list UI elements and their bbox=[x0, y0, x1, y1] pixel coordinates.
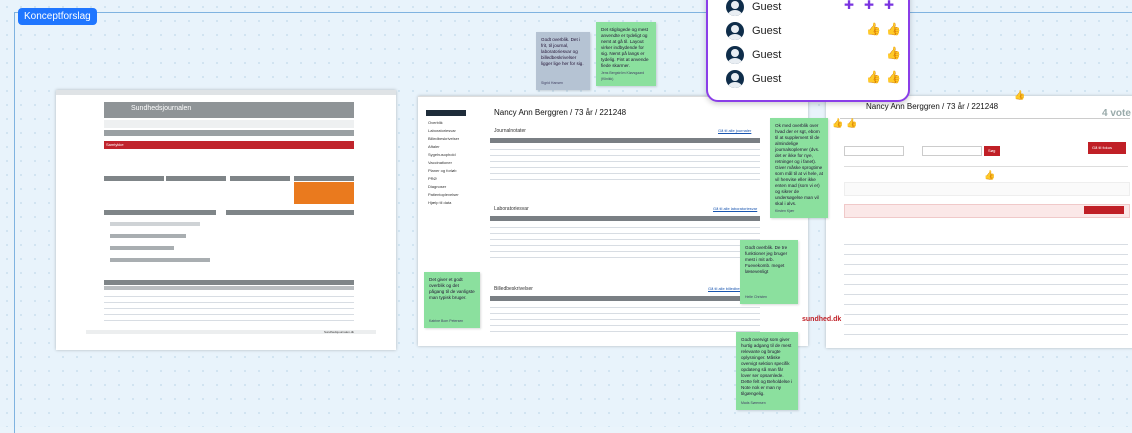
thumbs-up-icon: 👍 bbox=[866, 22, 881, 36]
alert-action-button[interactable] bbox=[1084, 206, 1124, 214]
footer-logo: sundhed.dk bbox=[802, 316, 842, 323]
sticky-note[interactable]: Det giver et godt overblik og det pågang… bbox=[424, 272, 480, 328]
alert-banner bbox=[104, 141, 354, 149]
thumbs-up-icon[interactable]: 👍 bbox=[1014, 90, 1025, 101]
sticky-note[interactable]: Det stiglogede og mest anvendte er tydel… bbox=[596, 22, 656, 86]
avatar bbox=[726, 70, 744, 88]
patient-name: Nancy Ann Berggren / 73 år / 221248 bbox=[494, 108, 627, 117]
thumbs-up-icon: ✚ bbox=[844, 0, 855, 12]
thumbs-up-icon[interactable]: 👍 bbox=[984, 170, 995, 181]
design-board-3[interactable]: Nancy Ann Berggren / 73 år / 221248 Søg … bbox=[826, 96, 1132, 348]
orange-box bbox=[294, 182, 354, 204]
thumbs-up-icon[interactable]: 👍 bbox=[846, 118, 857, 129]
thumbs-up-icon[interactable]: 👍 bbox=[832, 118, 843, 129]
voter-row: Guest 👍 👍 bbox=[726, 70, 901, 90]
thumbs-up-icon: 👍 bbox=[886, 46, 901, 60]
avatar bbox=[726, 0, 744, 16]
sticky-note[interactable]: Godt overblik. De tre funktioner jeg bru… bbox=[740, 240, 798, 304]
thumbs-up-icon: 👍 bbox=[866, 70, 881, 84]
votes-counter: 4 vote bbox=[1102, 108, 1131, 119]
sticky-note[interactable]: Ok med overblik over hvad der er sgt, eb… bbox=[770, 118, 828, 218]
sticky-note[interactable]: Godt overblik. Det i frit, til journal, … bbox=[536, 32, 590, 90]
voting-results-popup[interactable]: Guest ✚ ✚ ✚ Guest 👍 👍 Guest 👍 Guest 👍 👍 bbox=[706, 0, 910, 102]
app-title: Sundhedsjournalen bbox=[131, 105, 192, 112]
date-input-from[interactable] bbox=[844, 146, 904, 156]
date-input-to[interactable] bbox=[922, 146, 982, 156]
thumbs-up-icon: ✚ bbox=[864, 0, 875, 12]
sticky-note[interactable]: Godt overvigt som giver hurtig adgang ti… bbox=[736, 332, 798, 410]
footer-text: Sundhedsjournalen.dk bbox=[324, 330, 354, 334]
voter-row: Guest 👍 bbox=[726, 46, 901, 66]
patient-name-3: Nancy Ann Berggren / 73 år / 221248 bbox=[866, 102, 999, 111]
thumbs-up-icon: 👍 bbox=[886, 70, 901, 84]
avatar bbox=[726, 46, 744, 64]
thumbs-up-icon: ✚ bbox=[884, 0, 895, 12]
nav-button[interactable] bbox=[426, 110, 466, 116]
design-board-1[interactable]: Sundhedsjournalen Samtykke Sundhedsjourn… bbox=[56, 90, 396, 350]
avatar bbox=[726, 22, 744, 40]
voter-row: Guest 👍 👍 bbox=[726, 22, 901, 42]
thumbs-up-icon: 👍 bbox=[886, 22, 901, 36]
frame-label[interactable]: Konceptforslag bbox=[18, 8, 97, 25]
voter-row: Guest ✚ ✚ ✚ bbox=[726, 0, 896, 18]
